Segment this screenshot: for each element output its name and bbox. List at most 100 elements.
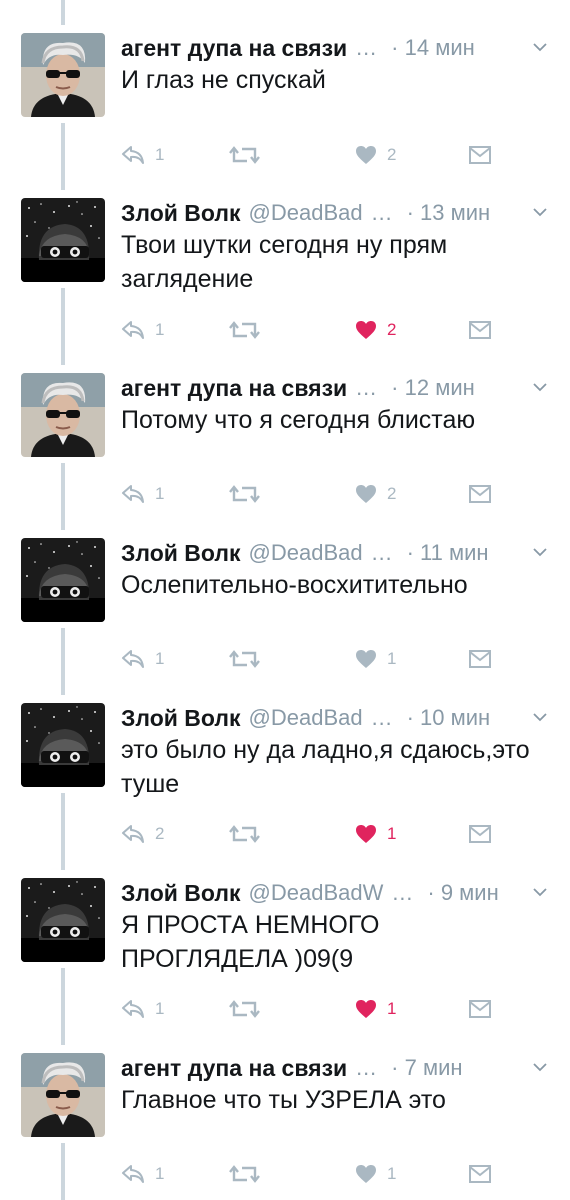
retweet-icon (229, 319, 261, 341)
retweet-icon (229, 823, 261, 845)
reply-button[interactable]: 1 (121, 317, 164, 343)
retweet-button[interactable] (229, 646, 261, 672)
chevron-down-icon[interactable] (533, 884, 547, 902)
tweet-header: Злой Волк @DeadBadW … 9 мин (121, 878, 551, 908)
avatar[interactable] (21, 878, 105, 962)
like-button[interactable]: 1 (355, 646, 396, 672)
avatar[interactable] (21, 33, 105, 117)
chevron-down-icon[interactable] (533, 204, 547, 222)
tweet-timestamp[interactable]: 9 мин (427, 880, 499, 906)
reply-button[interactable]: 1 (121, 646, 164, 672)
chevron-down-icon[interactable] (533, 544, 547, 562)
like-button[interactable]: 1 (355, 1161, 396, 1187)
author-handle[interactable]: @DeadBadW (249, 880, 384, 906)
heart-icon (355, 484, 377, 504)
tweet-header: агент дупа на связи … 12 мин (121, 373, 551, 403)
tweet-text: Я ПРОСТА НЕМНОГО ПРОГЛЯДЕЛА )09(9 (121, 911, 380, 973)
tweet-timestamp[interactable]: 14 мин (391, 35, 475, 61)
author-name[interactable]: Злой Волк (121, 200, 241, 227)
reply-count: 1 (155, 484, 165, 503)
like-button[interactable]: 1 (355, 821, 396, 847)
tweet[interactable]: Злой Волк @DeadBad … 11 мин Ослепительно… (0, 538, 570, 676)
author-name[interactable]: Злой Волк (121, 540, 241, 567)
reply-count: 2 (155, 824, 165, 843)
retweet-button[interactable] (229, 1161, 261, 1187)
heart-icon (355, 999, 377, 1019)
chevron-down-icon[interactable] (533, 39, 547, 57)
author-name[interactable]: агент дупа на связи (121, 1055, 347, 1082)
direct-message-button[interactable] (469, 996, 491, 1022)
reply-icon (121, 320, 145, 340)
tweet-header: Злой Волк @DeadBad … 13 мин (121, 198, 551, 228)
author-name[interactable]: Злой Волк (121, 705, 241, 732)
tweet[interactable]: Злой Волк @DeadBad … 10 мин это было ну … (0, 703, 570, 851)
chevron-down-icon[interactable] (533, 709, 547, 727)
reply-button[interactable]: 1 (121, 1161, 164, 1187)
like-count: 1 (387, 824, 397, 843)
chevron-down-icon[interactable] (533, 1059, 547, 1077)
reply-icon (121, 145, 145, 165)
tweet-header: Злой Волк @DeadBad … 11 мин (121, 538, 551, 568)
like-button[interactable]: 2 (355, 142, 396, 168)
truncation-ellipsis: … (370, 540, 393, 565)
avatar[interactable] (21, 198, 105, 282)
avatar[interactable] (21, 538, 105, 622)
tweet-text: Твои шутки сегодня ну прям заглядение (121, 231, 448, 293)
tweet[interactable]: агент дупа на связи … 12 мин Потому что … (0, 373, 570, 511)
retweet-icon (229, 998, 261, 1020)
tweet[interactable]: агент дупа на связи … 7 мин Главное что … (0, 1053, 570, 1191)
author-handle[interactable]: @DeadBad (249, 540, 363, 566)
direct-message-button[interactable] (469, 142, 491, 168)
tweet-timestamp[interactable]: 11 мин (407, 540, 489, 566)
reply-button[interactable]: 1 (121, 142, 164, 168)
chevron-down-icon[interactable] (533, 379, 547, 397)
retweet-button[interactable] (229, 996, 261, 1022)
retweet-button[interactable] (229, 821, 261, 847)
direct-message-icon (469, 320, 491, 340)
heart-icon (355, 824, 377, 844)
reply-count: 1 (155, 999, 165, 1018)
like-button[interactable]: 2 (355, 317, 396, 343)
retweet-button[interactable] (229, 481, 261, 507)
tweet[interactable]: Злой Волк @DeadBadW … 9 мин Я ПРОСТА НЕМ… (0, 878, 570, 1026)
reply-button[interactable]: 2 (121, 821, 164, 847)
truncation-ellipsis: … (355, 35, 378, 60)
direct-message-icon (469, 145, 491, 165)
retweet-button[interactable] (229, 142, 261, 168)
tweet-actions: 2 1 (121, 821, 521, 847)
reply-icon (121, 824, 145, 844)
tweet-timestamp[interactable]: 12 мин (391, 375, 475, 401)
avatar[interactable] (21, 703, 105, 787)
avatar[interactable] (21, 1053, 105, 1137)
reply-button[interactable]: 1 (121, 481, 164, 507)
retweet-button[interactable] (229, 317, 261, 343)
tweet-timestamp[interactable]: 10 мин (407, 705, 490, 731)
direct-message-button[interactable] (469, 317, 491, 343)
avatar[interactable] (21, 373, 105, 457)
author-name[interactable]: агент дупа на связи (121, 35, 347, 62)
author-name[interactable]: агент дупа на связи (121, 375, 347, 402)
tweet[interactable]: Злой Волк @DeadBad … 13 мин Твои шутки с… (0, 198, 570, 347)
tweet-timestamp[interactable]: 7 мин (391, 1055, 463, 1081)
heart-icon (355, 320, 377, 340)
retweet-icon (229, 483, 261, 505)
like-button[interactable]: 2 (355, 481, 396, 507)
reply-button[interactable]: 1 (121, 996, 164, 1022)
reply-count: 1 (155, 145, 165, 164)
like-count: 1 (387, 999, 397, 1018)
truncation-ellipsis: … (370, 200, 393, 225)
tweet[interactable]: агент дупа на связи … 14 мин И глаз не с… (0, 33, 570, 172)
tweet-header: агент дупа на связи … 14 мин (121, 33, 551, 63)
like-button[interactable]: 1 (355, 996, 396, 1022)
tweet-text: это было ну да ладно,я сдаюсь,это туше (121, 736, 530, 798)
like-count: 1 (387, 1164, 397, 1183)
tweet-timestamp[interactable]: 13 мин (407, 200, 490, 226)
author-handle[interactable]: @DeadBad (249, 200, 363, 226)
direct-message-button[interactable] (469, 646, 491, 672)
author-handle[interactable]: @DeadBad (249, 705, 363, 731)
direct-message-button[interactable] (469, 1161, 491, 1187)
direct-message-button[interactable] (469, 481, 491, 507)
direct-message-button[interactable] (469, 821, 491, 847)
reply-icon (121, 999, 145, 1019)
author-name[interactable]: Злой Волк (121, 880, 241, 907)
